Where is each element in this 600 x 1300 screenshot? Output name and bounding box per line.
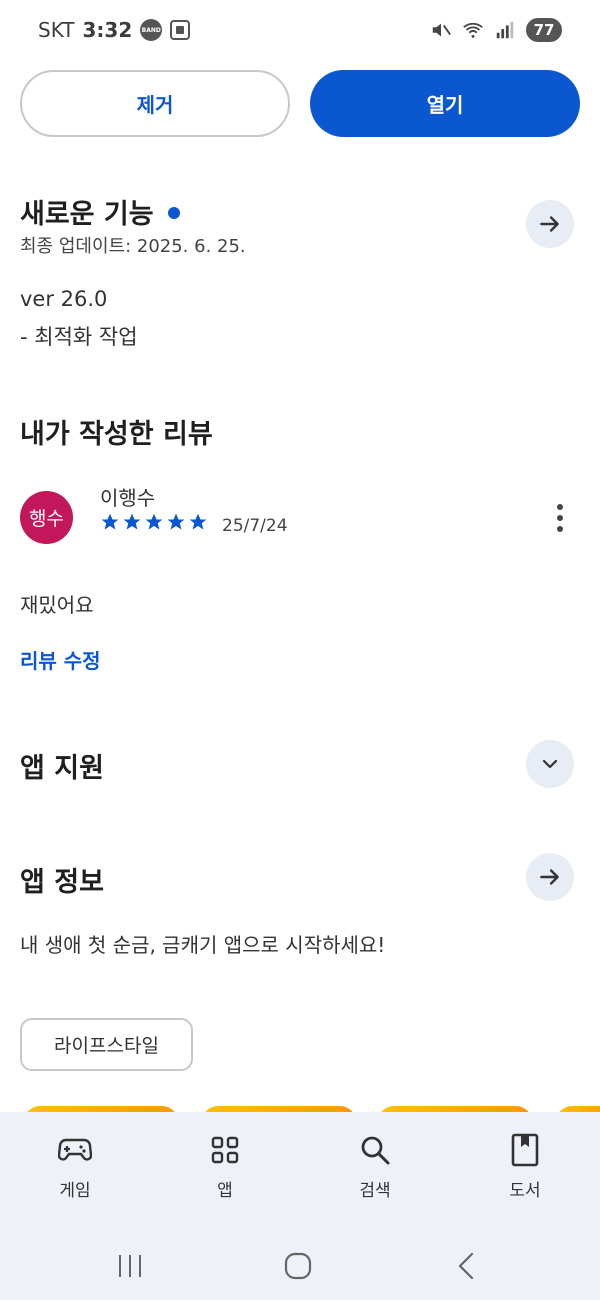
arrow-right-icon: [540, 869, 559, 885]
wifi-icon: [463, 22, 483, 38]
nav-label-games: 게임: [59, 1181, 91, 1201]
home-icon: [284, 1252, 312, 1280]
back-icon: [458, 1252, 474, 1280]
star-icon: [167, 513, 185, 530]
nav-item-search[interactable]: 검색: [325, 1132, 425, 1201]
category-chip[interactable]: 라이프스타일: [20, 1018, 193, 1071]
review-text: 재밌어요: [20, 593, 94, 617]
recent-apps-button[interactable]: [108, 1244, 152, 1288]
app-support-expand-button[interactable]: [526, 740, 574, 788]
clock: 3:32: [82, 18, 133, 42]
star-icon: [101, 513, 119, 530]
apps-grid-icon: [207, 1132, 243, 1168]
bottom-navigation: 게임 앱 검색 도서: [0, 1112, 600, 1232]
nav-label-apps: 앱: [217, 1181, 233, 1201]
edit-review-link[interactable]: 리뷰 수정: [20, 645, 101, 674]
gamepad-icon: [57, 1132, 93, 1168]
star-icon: [145, 513, 163, 530]
star-rating: [100, 512, 208, 532]
app-info-title: 앱 정보: [20, 867, 104, 898]
app-description: 내 생애 첫 순금, 금캐기 앱으로 시작하세요!: [20, 933, 386, 957]
back-button[interactable]: [444, 1244, 488, 1288]
new-indicator-dot: [167, 206, 180, 219]
changelog-text: - 최적화 작업: [20, 325, 138, 349]
more-options-button[interactable]: [547, 500, 573, 536]
last-updated-text: 최종 업데이트: 2025. 6. 25.: [20, 236, 246, 257]
app-support-title: 앱 지원: [20, 753, 104, 784]
whats-new-title: 새로운 기능: [20, 199, 154, 230]
band-notification-icon: BAND: [140, 19, 163, 41]
app-info-arrow-button[interactable]: [526, 853, 574, 901]
remove-button[interactable]: 제거: [20, 70, 290, 137]
arrow-right-icon: [540, 216, 559, 232]
nav-item-books[interactable]: 도서: [475, 1132, 575, 1201]
battery-indicator: 77: [526, 18, 562, 42]
nav-label-search: 검색: [359, 1181, 391, 1201]
status-bar: SKT 3:32 BAND 77: [0, 0, 600, 62]
chevron-down-icon: [542, 759, 558, 769]
version-text: ver 26.0: [20, 287, 108, 311]
nav-item-apps[interactable]: 앱: [175, 1132, 275, 1201]
home-button[interactable]: [276, 1244, 320, 1288]
system-navigation-bar: [0, 1232, 600, 1300]
star-icon: [123, 513, 141, 530]
whats-new-section: 새로운 기능: [20, 192, 180, 231]
screenshot-icon: [170, 20, 191, 40]
avatar: 행수: [20, 491, 73, 544]
search-icon: [357, 1132, 393, 1168]
review-date: 25/7/24: [222, 516, 288, 536]
signal-icon: [496, 21, 514, 39]
mute-icon: [432, 23, 451, 37]
carrier-label: SKT: [38, 18, 75, 42]
book-icon: [507, 1132, 543, 1168]
nav-item-games[interactable]: 게임: [25, 1132, 125, 1201]
reviewer-name: 이행수: [100, 486, 156, 510]
whats-new-arrow-button[interactable]: [526, 200, 574, 248]
star-icon: [189, 513, 207, 530]
nav-label-books: 도서: [509, 1181, 541, 1201]
recents-icon: [119, 1255, 141, 1277]
open-button[interactable]: 열기: [310, 70, 580, 137]
my-review-title: 내가 작성한 리뷰: [20, 419, 213, 450]
